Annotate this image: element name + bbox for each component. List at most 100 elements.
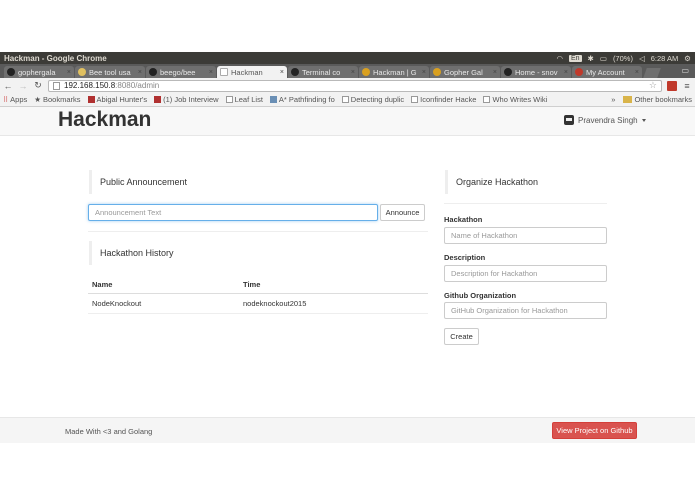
more-bookmarks-chevron[interactable]: » bbox=[611, 95, 615, 104]
image-icon bbox=[269, 96, 277, 103]
page-icon bbox=[225, 96, 233, 103]
folder-icon bbox=[623, 96, 633, 103]
bookmark-star-icon[interactable]: ☆ bbox=[649, 80, 657, 91]
user-dropdown[interactable]: Pravendra Singh bbox=[564, 115, 646, 125]
star-icon: ★ bbox=[34, 95, 41, 104]
browser-tab-strip: gophergala × Bee tool usa × beego/bee × Hac… bbox=[0, 64, 695, 78]
address-bar-row: ← → ↻ 192.168.150.8 :8080/admin ☆ ≡ bbox=[0, 78, 695, 93]
github-org-input[interactable]: GitHub Organization for Hackathon bbox=[444, 302, 607, 319]
hackman-icon bbox=[433, 68, 441, 76]
view-on-github-button[interactable]: View Project on Github bbox=[552, 422, 637, 439]
quora-icon bbox=[87, 96, 95, 103]
github-icon bbox=[7, 68, 15, 76]
bookmark-item[interactable]: Iconfinder Hacke bbox=[411, 95, 476, 104]
tab-3-active[interactable]: Hackman × bbox=[217, 66, 287, 78]
tab-0[interactable]: gophergala × bbox=[4, 66, 74, 78]
page-icon bbox=[483, 96, 491, 103]
tab-close-icon[interactable]: × bbox=[493, 69, 497, 76]
divider bbox=[88, 231, 428, 232]
page-info-icon[interactable] bbox=[53, 81, 60, 90]
tab-6[interactable]: Gopher Gal × bbox=[430, 66, 500, 78]
tab-close-icon[interactable]: × bbox=[422, 69, 426, 76]
tab-close-icon[interactable]: × bbox=[138, 69, 142, 76]
table-header-divider bbox=[88, 293, 428, 294]
hackathon-label: Hackathon bbox=[444, 215, 483, 224]
page-icon bbox=[220, 68, 228, 76]
battery-level: (70%) bbox=[612, 53, 633, 63]
battery-icon[interactable]: ▭ bbox=[600, 54, 607, 63]
app-navbar: Hackman Pravendra Singh bbox=[0, 107, 695, 136]
tab-8[interactable]: My Account × bbox=[572, 66, 642, 78]
bookmark-item[interactable]: ★ Bookmarks bbox=[34, 95, 80, 104]
tab-7[interactable]: Home - snov × bbox=[501, 66, 571, 78]
bookmark-item[interactable]: Who Writes Wiki bbox=[483, 95, 547, 104]
footer: Made With <3 and Golang View Project on … bbox=[0, 417, 695, 443]
bluetooth-icon[interactable]: ✱ bbox=[588, 54, 594, 63]
table-cell-time: nodeknockout2015 bbox=[243, 299, 307, 308]
reload-icon[interactable]: ↻ bbox=[33, 80, 43, 91]
organize-heading: Organize Hackathon bbox=[445, 170, 538, 194]
window-title: Hackman - Google Chrome bbox=[4, 53, 107, 63]
window-controls-icon[interactable]: ▭ bbox=[681, 66, 689, 75]
history-heading: Hackathon History bbox=[89, 241, 174, 265]
github-icon bbox=[504, 68, 512, 76]
tab-1[interactable]: Bee tool usa × bbox=[75, 66, 145, 78]
footer-text: Made With <3 and Golang bbox=[65, 427, 153, 436]
forward-arrow-icon[interactable]: → bbox=[18, 81, 28, 91]
announcement-input[interactable]: Announcement Text bbox=[88, 204, 378, 221]
description-label: Description bbox=[444, 253, 486, 262]
wifi-icon[interactable]: ◠ bbox=[556, 54, 563, 63]
divider bbox=[444, 203, 607, 204]
bookmark-item[interactable]: A* Pathfinding fo bbox=[269, 95, 335, 104]
os-title-bar: Hackman - Google Chrome ◠ En ✱ ▭ (70%) ◁… bbox=[0, 52, 695, 64]
announcement-heading: Public Announcement bbox=[89, 170, 187, 194]
github-org-label: Github Organization bbox=[444, 291, 517, 300]
user-name: Pravendra Singh bbox=[578, 115, 638, 125]
tab-close-icon[interactable]: × bbox=[67, 69, 71, 76]
table-header-time: Time bbox=[243, 280, 261, 289]
top-blank-area bbox=[0, 0, 695, 52]
caret-down-icon bbox=[641, 118, 646, 122]
tab-5[interactable]: Hackman | G × bbox=[359, 66, 429, 78]
bookmark-item[interactable]: Detecting duplic bbox=[341, 95, 404, 104]
description-input[interactable]: Description for Hackathon bbox=[444, 265, 607, 282]
hackman-icon bbox=[362, 68, 370, 76]
table-row-divider bbox=[88, 313, 428, 314]
volume-icon[interactable]: ◁ bbox=[639, 54, 645, 63]
apps-grid-icon: ⠿ bbox=[3, 96, 9, 104]
new-tab-button[interactable] bbox=[643, 68, 661, 78]
tab-4[interactable]: Terminal co × bbox=[288, 66, 358, 78]
tab-close-icon[interactable]: × bbox=[351, 69, 355, 76]
brand-logo[interactable]: Hackman bbox=[58, 108, 151, 132]
account-icon bbox=[575, 68, 583, 76]
clock[interactable]: 6:28 AM bbox=[651, 54, 679, 63]
url-path: :8080/admin bbox=[115, 81, 160, 90]
user-avatar-icon bbox=[564, 115, 574, 125]
url-input[interactable]: 192.168.150.8 :8080/admin ☆ bbox=[48, 79, 662, 92]
chrome-menu-icon[interactable]: ≡ bbox=[682, 81, 692, 91]
tab-close-icon[interactable]: × bbox=[280, 69, 284, 76]
tab-2[interactable]: beego/bee × bbox=[146, 66, 216, 78]
tab-close-icon[interactable]: × bbox=[635, 69, 639, 76]
bookmark-item[interactable]: (1) Job Interview bbox=[154, 95, 219, 104]
bookmark-item[interactable]: Abigal Hunter's bbox=[87, 95, 147, 104]
announce-button[interactable]: Announce bbox=[380, 204, 425, 221]
extension-icon[interactable] bbox=[667, 80, 677, 91]
tab-close-icon[interactable]: × bbox=[564, 69, 568, 76]
table-header-name: Name bbox=[92, 280, 113, 289]
quora-icon bbox=[154, 96, 162, 103]
page-icon bbox=[341, 96, 349, 103]
language-indicator[interactable]: En bbox=[568, 54, 582, 62]
hackathon-name-input[interactable]: Name of Hackathon bbox=[444, 227, 607, 244]
bookmarks-bar: ⠿ Apps ★ Bookmarks Abigal Hunter's (1) Job… bbox=[0, 93, 695, 107]
page-icon bbox=[78, 68, 86, 76]
other-bookmarks[interactable]: Other bookmarks bbox=[623, 95, 692, 104]
create-button[interactable]: Create bbox=[444, 328, 479, 345]
bookmark-apps[interactable]: ⠿ Apps bbox=[3, 95, 27, 104]
system-tray: ◠ En ✱ ▭ (70%) ◁ 6:28 AM ⚙ bbox=[556, 54, 691, 63]
back-arrow-icon[interactable]: ← bbox=[3, 81, 13, 91]
bookmark-item[interactable]: Leaf List bbox=[225, 95, 263, 104]
tab-close-icon[interactable]: × bbox=[209, 69, 213, 76]
github-icon bbox=[149, 68, 157, 76]
settings-gear-icon[interactable]: ⚙ bbox=[684, 54, 691, 63]
